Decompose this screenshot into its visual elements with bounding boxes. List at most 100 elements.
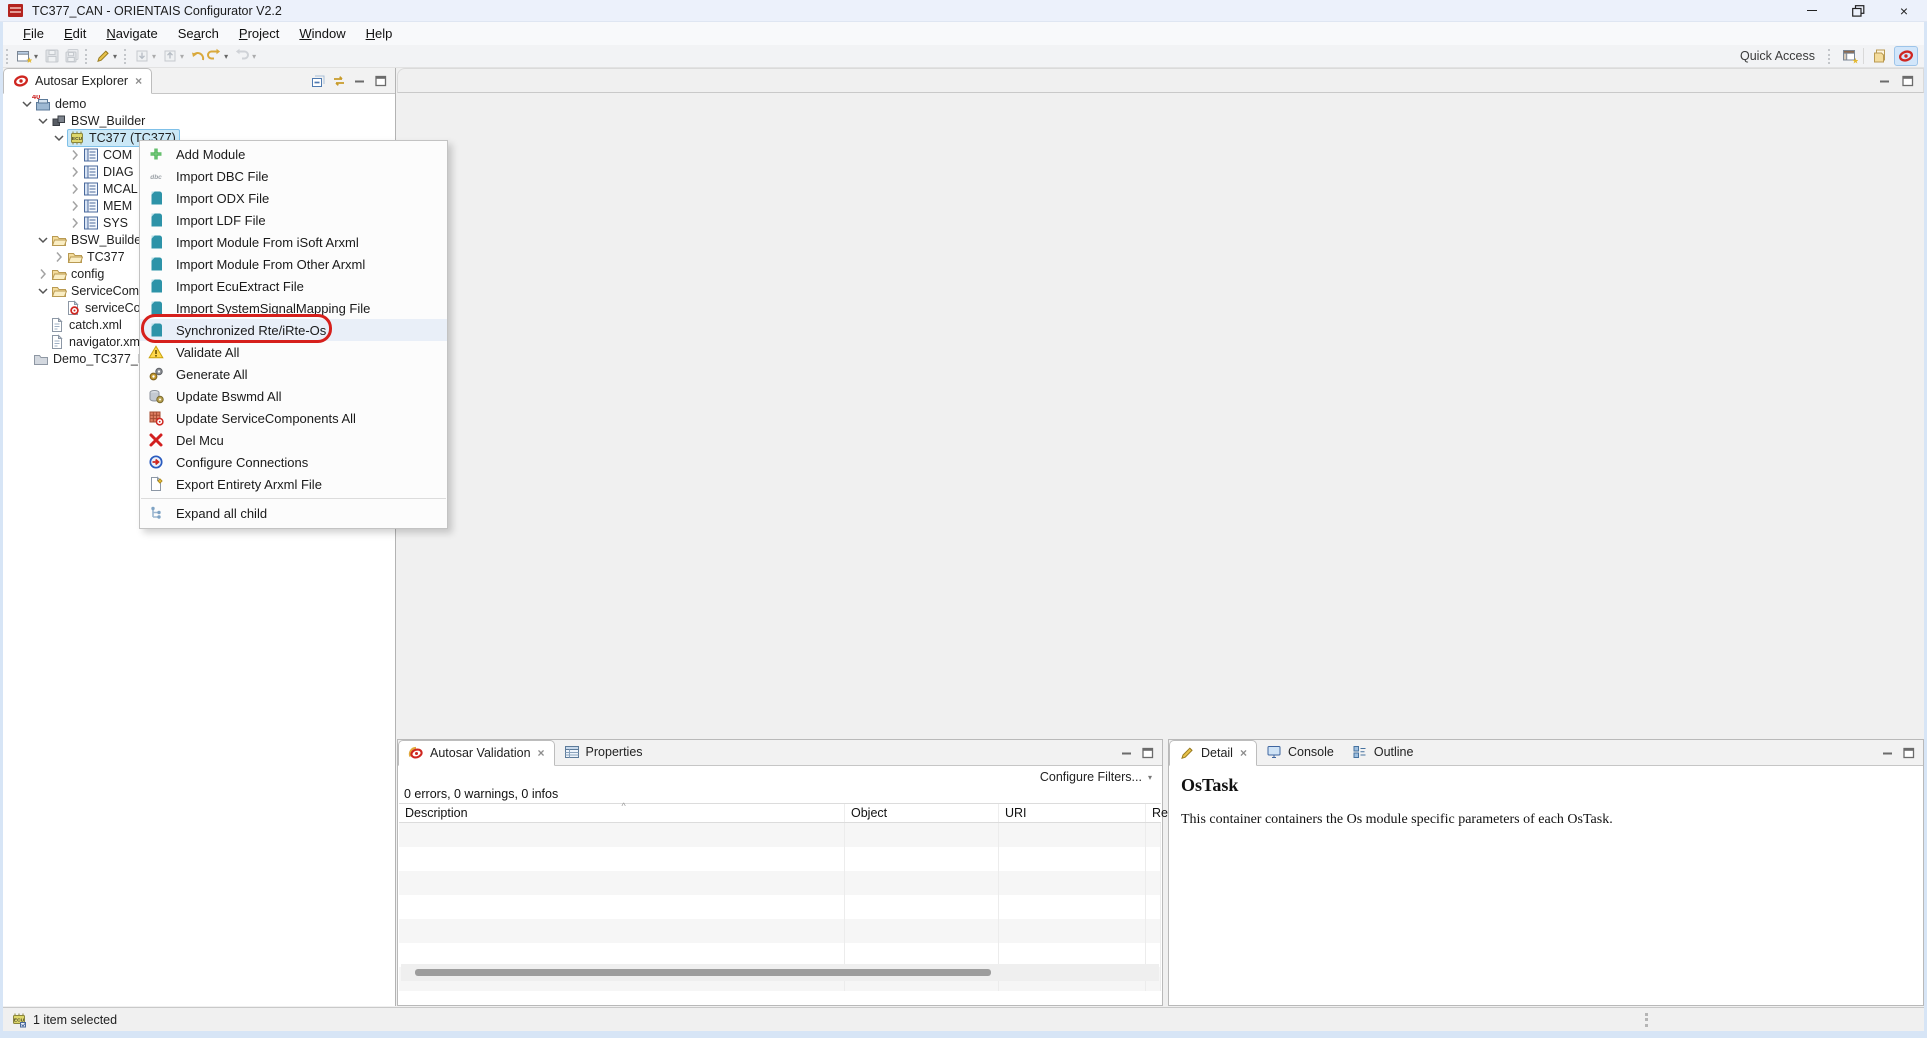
chevron-collapsed-icon[interactable] [67, 215, 83, 231]
editor-area [397, 68, 1924, 737]
menu-item-import-odx-file[interactable]: Import ODX File [140, 187, 447, 209]
menu-item-import-module-from-isoft-arxml[interactable]: Import Module From iSoft Arxml [140, 231, 447, 253]
tab-autosar-explorer[interactable]: Autosar Explorer × [3, 68, 152, 94]
import-button[interactable]: ▾ [132, 46, 160, 66]
tree-item-demo[interactable]: 40demo [3, 95, 394, 112]
close-tab-icon[interactable]: × [135, 74, 142, 88]
svg-text:★: ★ [1852, 57, 1858, 65]
menu-file[interactable]: File [13, 23, 54, 44]
table-cell [999, 919, 1146, 943]
close-tab-icon[interactable]: × [538, 746, 545, 760]
chevron-expanded-icon[interactable] [35, 113, 51, 129]
tab-outline[interactable]: Outline [1343, 739, 1423, 765]
tab-console[interactable]: Console [1257, 739, 1343, 765]
chevron-collapsed-icon[interactable] [67, 147, 83, 163]
chevron-spacer [51, 301, 65, 315]
new-wizard-button[interactable]: ★▾ [14, 46, 42, 66]
menu-window[interactable]: Window [289, 23, 355, 44]
module-icon [51, 113, 67, 129]
chevron-expanded-icon[interactable] [51, 130, 67, 146]
collapse-all-button[interactable] [311, 74, 325, 88]
close-button[interactable]: × [1881, 0, 1927, 21]
resource-perspective-button[interactable] [1869, 47, 1891, 65]
save-all-button[interactable] [62, 46, 82, 66]
open-perspective-button[interactable]: ★ [1839, 47, 1861, 65]
minimize-button[interactable] [1789, 0, 1835, 21]
column-header-uri[interactable]: URI [999, 804, 1146, 822]
quick-access-button[interactable]: Quick Access [1730, 47, 1825, 65]
menu-item-configure-connections[interactable]: Configure Connections [140, 451, 447, 473]
menu-item-import-dbc-file[interactable]: dbcImport DBC File [140, 165, 447, 187]
menu-item-synchronized-rte-irte-os[interactable]: Synchronized Rte/iRte-Os [140, 319, 447, 341]
menu-item-export-entirety-arxml-file[interactable]: Export Entirety Arxml File [140, 473, 447, 495]
menu-item-generate-all[interactable]: Generate All [140, 363, 447, 385]
menu-item-update-servicecomponents-all[interactable]: Update ServiceComponents All [140, 407, 447, 429]
back-history-button[interactable]: ▾ [188, 46, 232, 66]
menu-item-add-module[interactable]: Add Module [140, 143, 447, 165]
tree-item-bsw-builder[interactable]: BSW_Builder [3, 112, 394, 129]
table-row[interactable] [399, 847, 1161, 871]
minimize-view-button[interactable] [1881, 746, 1895, 760]
minimize-view-button[interactable] [353, 74, 367, 88]
menu-search[interactable]: Search [168, 23, 229, 44]
table-row[interactable] [399, 871, 1161, 895]
gears-icon [147, 366, 165, 382]
orientais-perspective-button[interactable] [1894, 46, 1918, 66]
menu-item-label: Validate All [176, 345, 239, 360]
menu-item-del-mcu[interactable]: Del Mcu [140, 429, 447, 451]
maximize-view-button[interactable] [1141, 746, 1155, 760]
min-glyph-icon [1880, 745, 1896, 761]
maximize-editor-button[interactable] [1901, 74, 1915, 88]
selection-status-text: 1 item selected [33, 1013, 117, 1027]
tree-item-label: TC377 [87, 250, 125, 264]
filter-dropdown-icon[interactable]: ▾ [1148, 773, 1152, 782]
chevron-collapsed-icon[interactable] [51, 249, 67, 265]
save-button[interactable] [42, 46, 62, 66]
forward-history-button[interactable]: ▾ [232, 46, 260, 66]
edit-actions-button[interactable]: ▾ [93, 46, 121, 66]
menu-item-expand-all-child[interactable]: Expand all child [140, 502, 447, 524]
table-cell [999, 823, 1146, 847]
scrollbar-thumb[interactable] [415, 969, 991, 976]
horizontal-scrollbar[interactable] [401, 964, 1159, 981]
link-with-editor-button[interactable] [332, 74, 346, 88]
chevron-collapsed-icon[interactable] [35, 266, 51, 282]
tab-autosar-validation[interactable]: Autosar Validation × [398, 740, 555, 766]
file-icon [49, 334, 65, 350]
close-tab-icon[interactable]: × [1240, 746, 1247, 760]
chevron-collapsed-icon[interactable] [67, 198, 83, 214]
chevron-expanded-icon[interactable] [35, 283, 51, 299]
menu-navigate[interactable]: Navigate [96, 23, 167, 44]
minimize-editor-button[interactable] [1878, 74, 1892, 88]
validation-table: Description ^ Object URI Re [399, 803, 1161, 983]
column-label: Description [405, 806, 468, 820]
menu-item-label: Import EcuExtract File [176, 279, 304, 294]
menu-item-validate-all[interactable]: Validate All [140, 341, 447, 363]
menu-project[interactable]: Project [229, 23, 289, 44]
table-row[interactable] [399, 823, 1161, 847]
menu-item-import-ldf-file[interactable]: Import LDF File [140, 209, 447, 231]
table-row[interactable] [399, 895, 1161, 919]
chevron-collapsed-icon[interactable] [67, 181, 83, 197]
chevron-expanded-icon[interactable] [35, 232, 51, 248]
tab-properties[interactable]: Properties [555, 739, 652, 765]
column-header-object[interactable]: Object [845, 804, 999, 822]
column-header-repair[interactable]: Re [1146, 804, 1169, 822]
maximize-view-button[interactable] [1902, 746, 1916, 760]
export-button[interactable]: ▾ [160, 46, 188, 66]
minimize-view-button[interactable] [1120, 746, 1134, 760]
menu-help[interactable]: Help [356, 23, 403, 44]
column-header-description[interactable]: Description ^ [399, 804, 845, 822]
menu-item-update-bswmd-all[interactable]: Update Bswmd All [140, 385, 447, 407]
chevron-collapsed-icon[interactable] [67, 164, 83, 180]
maximize-view-button[interactable] [374, 74, 388, 88]
restore-button[interactable] [1835, 0, 1881, 21]
menu-item-import-ecuextract-file[interactable]: Import EcuExtract File [140, 275, 447, 297]
configure-filters-button[interactable]: Configure Filters... [1040, 770, 1142, 784]
menu-edit[interactable]: Edit [54, 23, 96, 44]
toolbar-grip [1828, 49, 1832, 64]
menu-item-import-module-from-other-arxml[interactable]: Import Module From Other Arxml [140, 253, 447, 275]
tab-detail[interactable]: Detail × [1169, 740, 1257, 766]
menu-item-import-systemsignalmapping-file[interactable]: Import SystemSignalMapping File [140, 297, 447, 319]
table-row[interactable] [399, 919, 1161, 943]
